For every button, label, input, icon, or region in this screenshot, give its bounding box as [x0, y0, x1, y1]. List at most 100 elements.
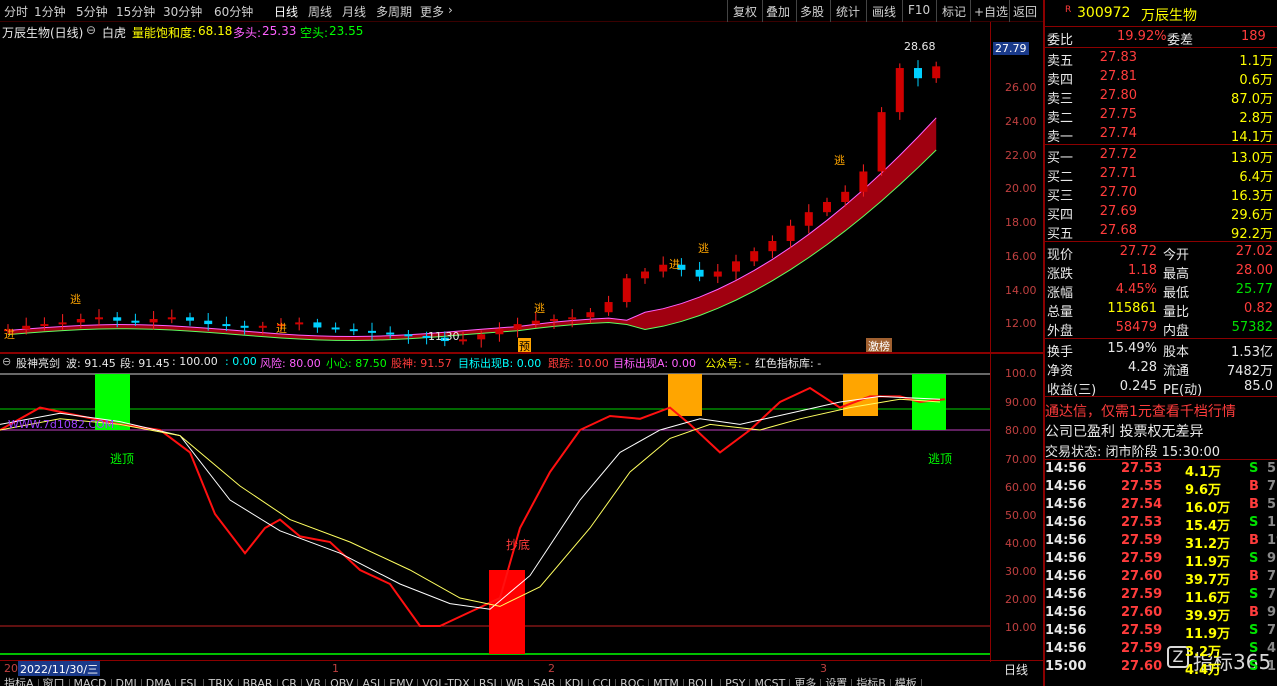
price-tick: 14.00	[1005, 284, 1037, 297]
indicator-tab[interactable]: 更多	[790, 678, 822, 686]
enter-mark: 进	[669, 258, 680, 271]
candle-body	[877, 112, 886, 172]
tick-row: 14:56 27.59 3.2万 S 4	[1045, 641, 1277, 660]
period-tab-weekly[interactable]: 周线	[308, 3, 332, 20]
candle-body	[895, 68, 904, 113]
f10-button[interactable]: F10	[908, 3, 930, 17]
candle-body	[568, 317, 577, 320]
settings-circle-icon[interactable]: ⊖	[86, 23, 96, 37]
indicator-tab[interactable]: SAR	[529, 678, 561, 686]
back-button[interactable]: 返回	[1013, 3, 1037, 20]
indicator-chart[interactable]	[0, 370, 990, 660]
bid-row: 买二 27.71 6.4万	[1047, 166, 1273, 185]
period-tab-1min[interactable]: 1分钟	[34, 3, 66, 20]
ind-risk: 风险: 80.00	[260, 357, 321, 370]
tick-row: 14:56 27.60 39.7万 B 7	[1045, 569, 1277, 588]
candle-body	[495, 329, 504, 335]
indicator-tab[interactable]: 窗口	[39, 678, 70, 686]
indicator-name[interactable]: 白虎	[102, 24, 126, 41]
candle-body	[550, 319, 558, 321]
indicator-tab[interactable]: DMA	[142, 678, 177, 686]
indicator-tab[interactable]: MTM	[649, 678, 684, 686]
ind-track: 跟踪: 10.00	[548, 357, 609, 370]
indicator-tab[interactable]: 设置	[821, 678, 853, 686]
period-tab-15min[interactable]: 15分钟	[116, 3, 155, 20]
price-tick: 26.00	[1005, 81, 1037, 94]
period-tab-60min[interactable]: 60分钟	[214, 3, 253, 20]
indicator-tab[interactable]: EMV	[385, 678, 419, 686]
indicator-tab[interactable]: DMI	[112, 678, 142, 686]
stat-row: 现价 27.72 今开 27.02	[1047, 244, 1273, 263]
candle-body	[131, 320, 140, 323]
period-tab-daily[interactable]: 日线	[274, 3, 298, 20]
indicator-tab[interactable]: MCST	[750, 678, 791, 686]
period-tab-fenshi[interactable]: 分时	[4, 3, 28, 20]
indicator-tab[interactable]: 模板	[891, 678, 922, 686]
ind-seg: 段: 91.45	[120, 357, 170, 370]
indicator-tab[interactable]: 指标B	[852, 678, 891, 686]
candle-body	[149, 319, 158, 323]
indicator-tab[interactable]: KDJ	[561, 678, 589, 686]
indicator-tab[interactable]: FSL	[176, 678, 205, 686]
period-tab-5min[interactable]: 5分钟	[76, 3, 108, 20]
candle-body	[258, 325, 267, 328]
indicator-tab[interactable]: WR	[502, 678, 530, 686]
indicator-tab[interactable]: CCI	[589, 678, 617, 686]
indicator-tab[interactable]: 指标A	[0, 678, 39, 686]
multi-stock-button[interactable]: 多股	[800, 3, 824, 20]
candle-body	[186, 317, 194, 321]
candlestick-chart[interactable]	[0, 40, 990, 352]
ind-tick: 30.00	[1005, 565, 1037, 578]
candle-body	[768, 241, 777, 252]
draw-line-button[interactable]: 画线	[872, 3, 896, 20]
period-tab-more[interactable]: 更多	[420, 3, 444, 20]
indicator-tab[interactable]: BRAR	[239, 678, 278, 686]
ind-tick: 50.00	[1005, 509, 1037, 522]
promo-line[interactable]: 通达信，仅需1元查看千档行情	[1045, 400, 1277, 420]
indicator-tab[interactable]: PSY	[721, 678, 751, 686]
mark-button[interactable]: 标记	[942, 3, 966, 20]
candle-body	[240, 325, 249, 328]
overlay-button[interactable]: 叠加	[766, 3, 790, 20]
indicator-tab[interactable]: RSI	[475, 678, 502, 686]
add-watchlist-button[interactable]: +自选	[974, 3, 1008, 20]
chevron-right-icon[interactable]: ›	[448, 3, 453, 17]
short-value: 23.55	[329, 24, 364, 38]
long-value: 25.33	[262, 24, 297, 38]
date-mark: 3	[820, 662, 827, 675]
indicator-tab[interactable]: MACD	[70, 678, 112, 686]
escape-mark: 逃	[834, 154, 845, 167]
candle-body	[932, 66, 941, 79]
tick-row: 14:56 27.53 4.1万 S 5	[1045, 461, 1277, 480]
period-toolbar: 分时 1分钟 5分钟 15分钟 30分钟 60分钟 日线 周线 月线 多周期 更…	[0, 0, 1043, 22]
statistics-button[interactable]: 统计	[836, 3, 860, 20]
ind-tick: 60.00	[1005, 481, 1037, 494]
period-tab-monthly[interactable]: 月线	[342, 3, 366, 20]
period-tab-multi[interactable]: 多周期	[376, 3, 412, 20]
ind-name[interactable]: 股神亮剑	[16, 355, 60, 371]
ind-tick: 10.00	[1005, 621, 1037, 634]
ind-tick: 100.0	[1005, 367, 1037, 380]
tick-row: 14:5627.5315.4万S11	[1045, 515, 1277, 534]
stock-code: 300972	[1077, 5, 1131, 21]
ind-target-b: 目标出现B: 0.00	[458, 357, 542, 370]
period-tab-30min[interactable]: 30分钟	[163, 3, 202, 20]
bottom-fish-label: 抄底	[506, 538, 531, 552]
price-tick: 24.00	[1005, 115, 1037, 128]
indicator-tab[interactable]: VR	[302, 678, 327, 686]
bottom-box	[489, 570, 525, 654]
indicator-tab[interactable]: ROC	[616, 678, 650, 686]
indicator-tab[interactable]: TRIX	[204, 678, 239, 686]
indicator-title-row: ⊖ 股神亮剑 波: 91.45 段: 91.45 : 100.00 : 0.00…	[0, 354, 990, 370]
indicator-tab[interactable]: OBV	[326, 678, 359, 686]
ind-wave: 波: 91.45	[66, 357, 116, 370]
settings-circle-icon[interactable]: ⊖	[2, 355, 11, 368]
indicator-tab[interactable]: BOLL	[684, 678, 722, 686]
ind-tick: 20.00	[1005, 593, 1037, 606]
fuquan-button[interactable]: 复权	[733, 3, 757, 20]
candle-body	[386, 332, 395, 335]
candle-body	[732, 261, 740, 272]
indicator-tab[interactable]: CR	[278, 678, 302, 686]
indicator-tab[interactable]: ASI	[358, 678, 386, 686]
indicator-tab[interactable]: VOL-TDX	[418, 678, 475, 686]
